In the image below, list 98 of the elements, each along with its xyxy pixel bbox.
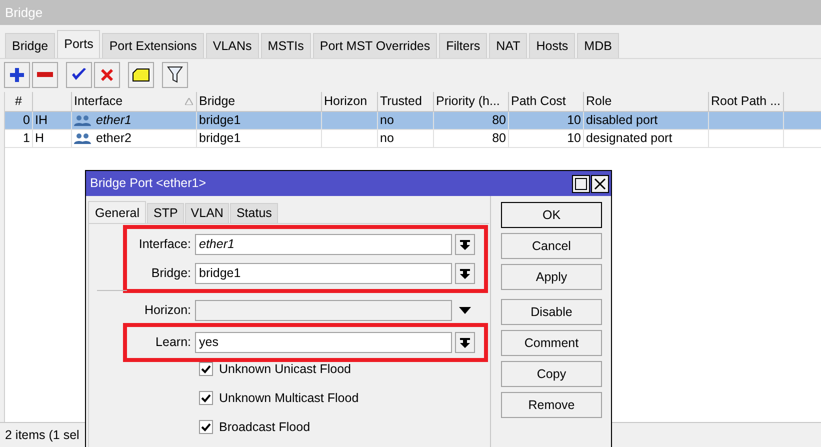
column-header[interactable]: Trusted	[378, 92, 434, 111]
column-header-label: Path Cost	[511, 93, 566, 110]
column-header-label: Horizon	[324, 93, 368, 110]
table-cell-text: 1	[23, 130, 30, 148]
table-cell-text: 10	[567, 130, 581, 148]
toolbar-button[interactable]	[4, 62, 30, 88]
checkbox[interactable]	[199, 391, 213, 405]
field-label: Bridge:	[150, 265, 192, 282]
toolbar-button[interactable]	[162, 62, 188, 88]
filter-icon	[167, 66, 183, 84]
dialog-button[interactable]: Remove	[501, 392, 602, 418]
column-header-label: Priority (h...	[436, 93, 500, 110]
input-field[interactable]: yes	[195, 332, 452, 353]
table-cell-text: disabled port	[586, 112, 658, 130]
dialog-tab[interactable]: General	[88, 201, 146, 224]
close-icon	[594, 178, 606, 190]
tab[interactable]: VLANs	[206, 33, 259, 58]
column-header[interactable]: Role	[584, 92, 709, 111]
column-header-label: Bridge	[199, 93, 236, 110]
note-icon	[132, 68, 150, 82]
column-header-label: #	[15, 93, 22, 110]
close-button[interactable]	[591, 174, 609, 192]
input-field[interactable]: ether1	[195, 234, 452, 255]
table-cell-text: 80	[492, 112, 506, 130]
status-text: 2 items (1 sel	[5, 426, 80, 444]
dialog-tab[interactable]: STP	[147, 203, 184, 223]
users-icon	[74, 133, 91, 144]
column-header[interactable]: Bridge	[197, 92, 322, 111]
dialog-tab[interactable]: VLAN	[184, 203, 230, 223]
minus-icon	[37, 72, 53, 78]
dialog-title: Bridge Port <ether1>	[90, 175, 208, 192]
dialog-tab[interactable]: Status	[230, 203, 278, 223]
down-arrow-icon	[460, 268, 470, 278]
check-icon	[201, 394, 211, 402]
table-cell-text: designated port	[586, 130, 672, 148]
column-header-label: Interface	[74, 93, 123, 110]
triangle-icon	[459, 307, 471, 314]
down-arrow-icon	[460, 240, 470, 250]
table-cell-text: ether1	[96, 112, 132, 130]
dialog-button[interactable]: Apply	[501, 264, 602, 290]
table-cell-text: bridge1	[199, 130, 241, 148]
input-field[interactable]	[195, 300, 452, 321]
toolbar-button[interactable]	[128, 62, 154, 88]
dialog-button[interactable]: Copy	[501, 361, 602, 387]
checkbox-label: Broadcast Flood	[219, 418, 310, 436]
tab[interactable]: NAT	[489, 33, 528, 58]
table-cell-text: bridge1	[199, 112, 241, 130]
field-label: Learn:	[154, 334, 192, 352]
dropdown-button[interactable]	[455, 234, 475, 255]
table-cell-text: 0	[23, 112, 30, 130]
checkbox[interactable]	[199, 362, 213, 376]
field-label: Interface:	[138, 236, 192, 254]
dropdown-button[interactable]	[455, 263, 475, 284]
dialog-button[interactable]: Comment	[501, 330, 602, 356]
column-header[interactable]: #	[5, 92, 33, 111]
sort-icon	[185, 98, 193, 105]
table-cell-text: no	[380, 130, 394, 148]
dialog-button[interactable]: Cancel	[501, 233, 602, 259]
tab[interactable]: Ports	[57, 30, 100, 58]
tab[interactable]: Port Extensions	[102, 33, 204, 58]
tab[interactable]: MSTIs	[260, 33, 311, 58]
column-header[interactable]: Path Cost	[509, 92, 584, 111]
column-header[interactable]: Interface	[72, 92, 197, 111]
dropdown-button[interactable]	[455, 332, 475, 353]
column-header[interactable]: Priority (h...	[434, 92, 509, 111]
table-cell-text: ether2	[96, 130, 132, 148]
tab[interactable]: MDB	[577, 33, 619, 58]
window-title: Bridge	[5, 4, 43, 22]
column-header[interactable]: Horizon	[322, 92, 378, 111]
down-arrow-icon	[460, 338, 470, 348]
dialog-button[interactable]: Disable	[501, 299, 602, 325]
square-icon	[575, 178, 587, 190]
checkbox[interactable]	[199, 420, 213, 434]
table-cell-text: no	[380, 112, 394, 130]
table-cell-text: IH	[35, 112, 48, 130]
tab[interactable]: Hosts	[529, 33, 576, 58]
table-cell-text: 10	[567, 112, 581, 130]
input-field[interactable]: bridge1	[195, 263, 452, 284]
cross-icon	[100, 68, 114, 82]
table-cell-text: H	[35, 130, 44, 148]
column-header-label: Trusted	[380, 93, 422, 110]
field-label: Horizon:	[143, 302, 192, 320]
check-icon	[201, 422, 211, 432]
table-cell-text: 80	[492, 130, 506, 148]
checkmark-icon	[71, 68, 87, 82]
users-icon	[74, 115, 91, 126]
toolbar-button[interactable]	[66, 62, 92, 88]
tab[interactable]: Bridge	[5, 33, 56, 58]
column-header-label: Role	[586, 93, 612, 110]
checkbox-label: Unknown Multicast Flood	[219, 390, 359, 407]
tab[interactable]: Filters	[439, 33, 488, 58]
tab[interactable]: Port MST Overrides	[312, 33, 438, 58]
dialog-button[interactable]: OK	[501, 202, 602, 228]
checkbox-label: Unknown Unicast Flood	[219, 360, 352, 378]
maximize-button[interactable]	[572, 174, 590, 192]
plus-icon	[9, 66, 25, 82]
table-row[interactable]: 1 H ether2 bridge1 no 80 10 designated port	[5, 130, 821, 148]
check-icon	[201, 364, 211, 374]
